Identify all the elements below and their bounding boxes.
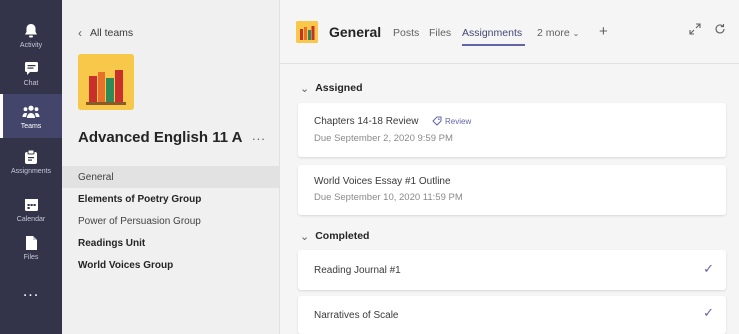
assignment-card[interactable]: Chapters 14-18 Review Review Due Septemb…: [298, 103, 726, 157]
rail-label: Teams: [20, 122, 42, 130]
files-icon: [22, 234, 40, 252]
chevron-left-icon: ‹: [78, 26, 82, 40]
chevron-down-icon: ⌄: [300, 82, 310, 95]
teams-icon: [22, 103, 40, 121]
rail-label: Chat: [23, 79, 39, 87]
all-teams-label: All teams: [90, 27, 134, 39]
channel-logo: [296, 21, 318, 43]
tab-more-dropdown[interactable]: 2 more ⌄: [537, 27, 579, 39]
rail-label: Calendar: [16, 215, 46, 223]
chevron-down-icon: ⌄: [300, 230, 310, 243]
rail-files[interactable]: Files: [0, 225, 62, 269]
rail-assignments[interactable]: Assignments: [0, 139, 62, 183]
channel-world-voices[interactable]: World Voices Group: [62, 254, 279, 276]
completed-assignment-card[interactable]: Reading Journal #1 ✓: [298, 250, 726, 290]
checkmark-icon: ✓: [703, 305, 714, 320]
assignment-title: Reading Journal #1: [314, 265, 401, 276]
refresh-icon[interactable]: [714, 23, 726, 38]
rail-teams[interactable]: Teams: [0, 94, 62, 138]
assignment-card[interactable]: World Voices Essay #1 Outline Due Septem…: [298, 165, 726, 215]
calendar-icon: [22, 196, 40, 214]
tab-assignments[interactable]: Assignments: [462, 27, 522, 39]
assignment-title: World Voices Essay #1 Outline: [314, 176, 451, 187]
assignments-icon: [22, 148, 40, 166]
chat-icon: [22, 60, 40, 78]
channel-elements-of-poetry[interactable]: Elements of Poetry Group: [62, 188, 279, 210]
assigned-section-header[interactable]: ⌄ Assigned: [300, 79, 362, 97]
bell-icon: [22, 22, 40, 40]
assignment-title: Chapters 14-18 Review: [314, 116, 419, 127]
tab-files[interactable]: Files: [429, 27, 451, 39]
all-teams-link[interactable]: ‹ All teams: [78, 24, 133, 42]
completed-section-header[interactable]: ⌄ Completed: [300, 227, 369, 245]
assignment-title: Narratives of Scale: [314, 310, 399, 321]
app-rail: Activity Chat Teams Assignments Calendar…: [0, 0, 62, 334]
checkmark-icon: ✓: [703, 261, 714, 276]
tab-more-label: 2 more: [537, 27, 570, 39]
chevron-down-icon: ⌄: [572, 29, 580, 38]
rail-label: Activity: [19, 41, 43, 49]
channel-header: General Posts Files Assignments 2 more ⌄…: [280, 0, 739, 64]
team-panel: ‹ All teams Advanced English 11 A ... Ge…: [62, 0, 280, 334]
tab-posts[interactable]: Posts: [393, 27, 419, 39]
more-apps-button[interactable]: ...: [0, 280, 62, 304]
completed-assignment-card[interactable]: Narratives of Scale ✓: [298, 296, 726, 334]
assignment-due-date: Due September 10, 2020 11:59 PM: [314, 192, 463, 203]
expand-icon[interactable]: [689, 23, 701, 38]
completed-label: Completed: [315, 230, 370, 242]
assigned-label: Assigned: [315, 82, 363, 94]
rail-label: Assignments: [10, 167, 52, 175]
review-badge: Review: [432, 116, 471, 126]
team-logo: [78, 54, 134, 110]
team-more-options-button[interactable]: ...: [252, 128, 266, 143]
channel-readings-unit[interactable]: Readings Unit: [62, 232, 279, 254]
tag-icon: [432, 116, 442, 126]
assignment-due-date: Due September 2, 2020 9:59 PM: [314, 133, 453, 144]
add-tab-button[interactable]: +: [599, 23, 608, 40]
channel-general[interactable]: General: [62, 166, 279, 188]
active-tab-indicator: [462, 44, 525, 46]
channel-power-of-persuasion[interactable]: Power of Persuasion Group: [62, 210, 279, 232]
rail-chat[interactable]: Chat: [0, 51, 62, 95]
rail-label: Files: [23, 253, 39, 261]
team-name: Advanced English 11 A: [78, 129, 243, 146]
review-label: Review: [445, 116, 472, 126]
channel-title: General: [329, 24, 382, 40]
